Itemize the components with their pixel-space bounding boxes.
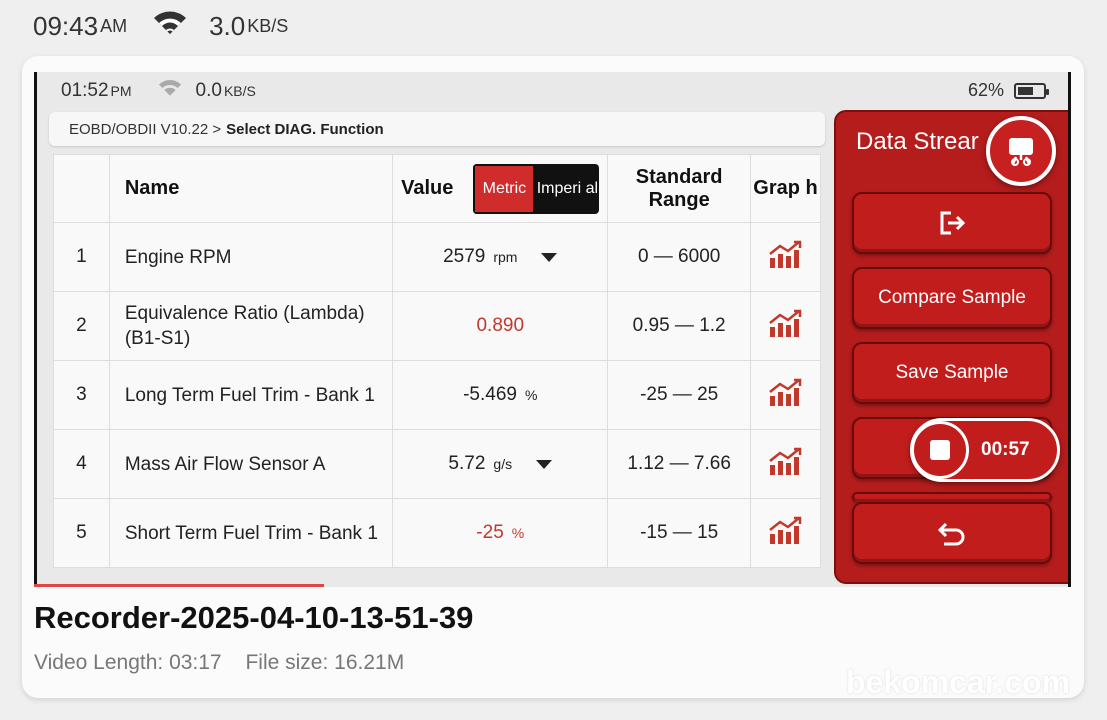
graph-icon[interactable]: [768, 239, 804, 269]
imperial-option[interactable]: Imperi al: [535, 164, 599, 214]
dropdown-caret-icon[interactable]: [536, 459, 553, 469]
row-index: 2: [53, 291, 110, 361]
graph-icon[interactable]: [768, 515, 804, 545]
row-index: 1: [53, 222, 110, 292]
watermark: bekomcar.com: [846, 664, 1071, 700]
value-unit: g/s: [493, 456, 513, 472]
inner-net-speed: 0.0: [195, 80, 222, 101]
graph-icon[interactable]: [768, 377, 804, 407]
row-value: -5.469%: [392, 360, 609, 430]
hidden-button-edge: [852, 492, 1052, 502]
wifi-icon: [158, 79, 182, 103]
header-index: [53, 154, 110, 223]
value-unit: %: [524, 387, 538, 403]
row-index: 5: [53, 498, 110, 568]
row-graph-cell[interactable]: [750, 222, 821, 292]
row-graph-cell[interactable]: [750, 498, 821, 568]
recording-meta: Video Length: 03:17 File size: 16.21M: [34, 651, 404, 675]
row-name: Mass Air Flow Sensor A: [108, 429, 394, 499]
header-name: Name: [108, 154, 394, 223]
breadcrumb-current: Select DIAG. Function: [226, 120, 384, 138]
row-standard-range: -15 — 15: [607, 498, 752, 568]
video-length: Video Length: 03:17: [34, 651, 222, 674]
file-size: File size: 16.21M: [245, 651, 405, 674]
snapshot-icon: [1009, 138, 1033, 166]
battery-indicator: 62%: [967, 80, 1049, 101]
video-progress-bar[interactable]: [34, 584, 324, 587]
outer-clock: 09:43: [33, 10, 99, 41]
header-standard-range: Standard Range: [607, 154, 752, 223]
inner-clock-ampm: PM: [110, 83, 132, 99]
table-row[interactable]: 5 Short Term Fuel Trim - Bank 1 -25% -15 — …: [53, 498, 821, 568]
value-number: 5.72: [448, 453, 486, 474]
compare-sample-button[interactable]: Compare Sample: [852, 267, 1052, 329]
value-number: 2579: [443, 246, 486, 267]
back-icon: [937, 522, 965, 546]
row-graph-cell[interactable]: [750, 291, 821, 361]
value-unit: %: [511, 525, 525, 541]
header-value: Value Metric Imperi al: [392, 154, 609, 223]
row-value: 2579 rpm: [392, 222, 609, 292]
row-index: 3: [53, 360, 110, 430]
outer-net-speed: 3.0: [209, 10, 246, 41]
battery-icon: [1014, 82, 1049, 99]
stop-icon[interactable]: [911, 421, 969, 479]
inner-status-bar: 01:52 PM 0.0 KB/S 62%: [37, 72, 1068, 110]
metric-option[interactable]: Metric: [473, 163, 536, 214]
row-standard-range: -25 — 25: [607, 360, 752, 430]
row-standard-range: 0 — 6000: [607, 222, 752, 292]
table-row[interactable]: 2 Equivalence Ratio (Lambda) (B1-S1) 0.890…: [53, 291, 821, 361]
recording-name: Recorder-2025-04-10-13-51-39: [34, 600, 474, 635]
row-graph-cell[interactable]: [750, 429, 821, 499]
save-sample-button[interactable]: Save Sample: [852, 342, 1052, 404]
wifi-icon: [153, 10, 187, 43]
table-header-row: Name Value Metric Imperi al Standard Ran…: [53, 154, 821, 223]
table-row[interactable]: 1 Engine RPM 2579 rpm 0 — 6000: [53, 222, 821, 292]
outer-clock-ampm: AM: [100, 15, 128, 36]
table-row[interactable]: 3 Long Term Fuel Trim - Bank 1 -5.469% -25 …: [53, 360, 821, 430]
inner-net-speed-unit: KB/S: [223, 83, 256, 99]
exit-icon: [940, 211, 966, 235]
value-number: -25: [476, 522, 504, 543]
row-value: 0.890: [392, 291, 609, 361]
data-stream-table: Name Value Metric Imperi al Standard Ran…: [53, 154, 821, 568]
header-value-label: Value: [401, 177, 454, 199]
breadcrumb: EOBD/OBDII V10.22 > Select DIAG. Functio…: [49, 112, 825, 146]
row-name: Engine RPM: [108, 222, 394, 292]
dropdown-caret-icon[interactable]: [541, 252, 558, 262]
row-value: 5.72 g/s: [392, 429, 609, 499]
inner-clock: 01:52: [61, 80, 109, 101]
row-name: Equivalence Ratio (Lambda) (B1-S1): [108, 291, 394, 361]
row-graph-cell[interactable]: [750, 360, 821, 430]
outer-net-speed-unit: KB/S: [247, 15, 289, 36]
graph-icon[interactable]: [768, 308, 804, 338]
header-graph: Grap h: [750, 154, 821, 223]
row-index: 4: [53, 429, 110, 499]
unit-toggle[interactable]: Metric Imperi al: [473, 163, 600, 214]
video-frame[interactable]: 01:52 PM 0.0 KB/S 62% EOBD/OBDII V10.22 …: [34, 72, 1071, 587]
battery-percent: 62%: [967, 80, 1004, 100]
recording-timer[interactable]: 00:57: [910, 418, 1060, 482]
graph-icon[interactable]: [768, 446, 804, 476]
exit-button[interactable]: [852, 192, 1052, 254]
row-standard-range: 1.12 — 7.66: [607, 429, 752, 499]
value-number: -5.469: [463, 384, 517, 405]
record-time: 00:57: [981, 439, 1030, 460]
snapshot-button[interactable]: [986, 116, 1056, 186]
breadcrumb-path: EOBD/OBDII V10.22 >: [69, 120, 222, 138]
row-name: Long Term Fuel Trim - Bank 1: [108, 360, 394, 430]
value-unit: rpm: [493, 249, 518, 265]
back-button[interactable]: [852, 502, 1052, 564]
value-number: 0.890: [476, 315, 525, 336]
row-name: Short Term Fuel Trim - Bank 1: [108, 498, 394, 568]
outer-status-bar: 09:43 AM 3.0 KB/S: [0, 0, 1107, 52]
row-standard-range: 0.95 — 1.2: [607, 291, 752, 361]
panel-title: Data Strear: [856, 128, 979, 155]
table-row[interactable]: 4 Mass Air Flow Sensor A 5.72 g/s 1.12 — 7.6…: [53, 429, 821, 499]
row-value: -25%: [392, 498, 609, 568]
data-stream-panel: Data Strear Compare Sample Save Sample 0…: [834, 110, 1068, 584]
